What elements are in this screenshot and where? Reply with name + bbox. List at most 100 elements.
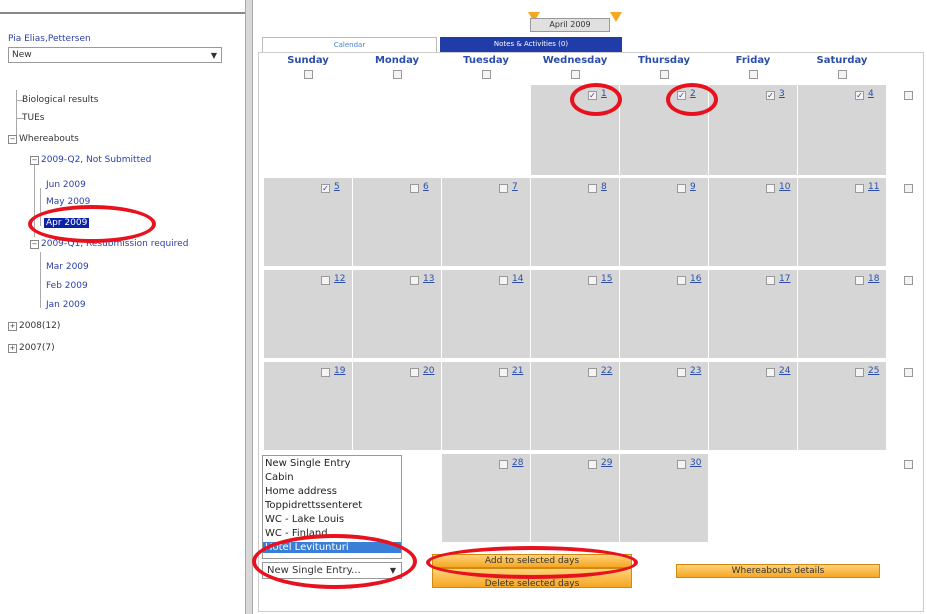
tab-notes-activities[interactable]: Notes & Activities (0) <box>440 37 622 52</box>
day-checkbox[interactable] <box>677 184 686 193</box>
whereabouts-details-button[interactable]: Whereabouts details <box>676 564 880 578</box>
day-number-link[interactable]: 2 <box>690 89 696 99</box>
select-column-checkbox[interactable] <box>749 70 758 79</box>
collapse-icon[interactable]: − <box>30 240 39 249</box>
select-week-checkbox[interactable] <box>904 276 913 285</box>
day-number-link[interactable]: 18 <box>868 274 879 284</box>
day-checkbox[interactable] <box>410 276 419 285</box>
day-number-link[interactable]: 13 <box>423 274 434 284</box>
day-checkbox[interactable] <box>588 184 597 193</box>
panel-splitter[interactable] <box>245 0 253 614</box>
day-checkbox[interactable] <box>766 368 775 377</box>
day-number-link[interactable]: 11 <box>868 182 879 192</box>
user-select[interactable]: New ▼ <box>8 47 222 63</box>
select-week-checkbox[interactable] <box>904 184 913 193</box>
day-number-link[interactable]: 28 <box>512 458 523 468</box>
tab-calendar[interactable]: Calendar <box>262 37 437 52</box>
add-to-selected-days-button[interactable]: Add to selected days <box>432 554 632 568</box>
tree-item-2009-q1[interactable]: −2009-Q1, Resubmission required <box>30 239 188 249</box>
day-number-link[interactable]: 23 <box>690 366 701 376</box>
day-checkbox[interactable] <box>855 368 864 377</box>
day-checkbox[interactable] <box>677 368 686 377</box>
day-checkbox[interactable] <box>499 276 508 285</box>
day-number-link[interactable]: 19 <box>334 366 345 376</box>
select-column-checkbox[interactable] <box>482 70 491 79</box>
day-number-link[interactable]: 7 <box>512 182 518 192</box>
tree-item-apr-2009[interactable]: Apr 2009 <box>44 218 90 228</box>
entry-option[interactable]: WC - Lake Louis <box>265 514 344 525</box>
expand-icon[interactable]: + <box>8 344 17 353</box>
tree-item-jan-2009[interactable]: Jan 2009 <box>46 300 86 310</box>
day-checkbox[interactable] <box>855 276 864 285</box>
entry-option[interactable]: WC - Finland <box>265 528 328 539</box>
day-checkbox[interactable] <box>766 276 775 285</box>
day-number-link[interactable]: 24 <box>779 366 790 376</box>
day-number-link[interactable]: 21 <box>512 366 523 376</box>
day-number-link[interactable]: 5 <box>334 182 340 192</box>
day-number-link[interactable]: 29 <box>601 458 612 468</box>
entry-option[interactable]: Hotel Levitunturi <box>263 542 401 553</box>
day-number-link[interactable]: 12 <box>334 274 345 284</box>
entry-option[interactable]: Home address <box>265 486 337 497</box>
day-checkbox[interactable] <box>677 460 686 469</box>
day-checkbox[interactable] <box>677 276 686 285</box>
tree-item-may-2009[interactable]: May 2009 <box>46 197 90 207</box>
day-checkbox[interactable] <box>588 276 597 285</box>
day-number-link[interactable]: 22 <box>601 366 612 376</box>
day-checkbox[interactable] <box>410 184 419 193</box>
day-checkbox[interactable] <box>855 184 864 193</box>
day-checkbox[interactable] <box>321 276 330 285</box>
tree-item-2007[interactable]: +2007(7) <box>8 343 55 353</box>
day-checkbox[interactable]: ✓ <box>321 184 330 193</box>
day-number-link[interactable]: 17 <box>779 274 790 284</box>
day-number-link[interactable]: 30 <box>690 458 701 468</box>
tree-item-2008[interactable]: +2008(12) <box>8 321 60 331</box>
day-checkbox[interactable] <box>766 184 775 193</box>
day-number-link[interactable]: 1 <box>601 89 607 99</box>
select-column-checkbox[interactable] <box>571 70 580 79</box>
day-checkbox[interactable] <box>499 460 508 469</box>
select-column-checkbox[interactable] <box>660 70 669 79</box>
expand-icon[interactable]: + <box>8 322 17 331</box>
collapse-icon[interactable]: − <box>8 135 17 144</box>
entry-select[interactable]: New Single Entry... ▼ <box>262 562 402 579</box>
entry-option[interactable]: Cabin <box>265 472 294 483</box>
day-number-link[interactable]: 9 <box>690 182 696 192</box>
day-number-link[interactable]: 10 <box>779 182 790 192</box>
select-column-checkbox[interactable] <box>304 70 313 79</box>
select-column-checkbox[interactable] <box>838 70 847 79</box>
whereabouts-entry-list[interactable]: New Single Entry Cabin Home address Toppidr… <box>262 455 402 559</box>
day-checkbox[interactable]: ✓ <box>855 91 864 100</box>
day-number-link[interactable]: 16 <box>690 274 701 284</box>
entry-option[interactable]: New Single Entry <box>265 458 351 469</box>
day-checkbox[interactable] <box>499 368 508 377</box>
day-checkbox[interactable] <box>588 368 597 377</box>
day-number-link[interactable]: 3 <box>779 89 785 99</box>
day-checkbox[interactable] <box>499 184 508 193</box>
day-number-link[interactable]: 14 <box>512 274 523 284</box>
tree-item-biological-results[interactable]: Biological results <box>22 95 98 105</box>
day-number-link[interactable]: 4 <box>868 89 874 99</box>
day-checkbox[interactable] <box>410 368 419 377</box>
select-week-checkbox[interactable] <box>904 91 913 100</box>
tree-item-whereabouts[interactable]: − Whereabouts <box>8 134 79 144</box>
tree-item-jun-2009[interactable]: Jun 2009 <box>46 180 86 190</box>
entry-option[interactable]: Toppidrettssenteret <box>265 500 362 511</box>
day-checkbox[interactable] <box>588 460 597 469</box>
tree-item-feb-2009[interactable]: Feb 2009 <box>46 281 88 291</box>
collapse-icon[interactable]: − <box>30 156 39 165</box>
day-checkbox[interactable] <box>321 368 330 377</box>
day-checkbox[interactable]: ✓ <box>677 91 686 100</box>
day-number-link[interactable]: 8 <box>601 182 607 192</box>
day-number-link[interactable]: 20 <box>423 366 434 376</box>
tree-item-tues[interactable]: TUEs <box>22 113 44 123</box>
select-column-checkbox[interactable] <box>393 70 402 79</box>
day-checkbox[interactable]: ✓ <box>588 91 597 100</box>
day-checkbox[interactable]: ✓ <box>766 91 775 100</box>
day-number-link[interactable]: 15 <box>601 274 612 284</box>
select-week-checkbox[interactable] <box>904 368 913 377</box>
day-number-link[interactable]: 6 <box>423 182 429 192</box>
tree-item-mar-2009[interactable]: Mar 2009 <box>46 262 89 272</box>
day-number-link[interactable]: 25 <box>868 366 879 376</box>
select-week-checkbox[interactable] <box>904 460 913 469</box>
